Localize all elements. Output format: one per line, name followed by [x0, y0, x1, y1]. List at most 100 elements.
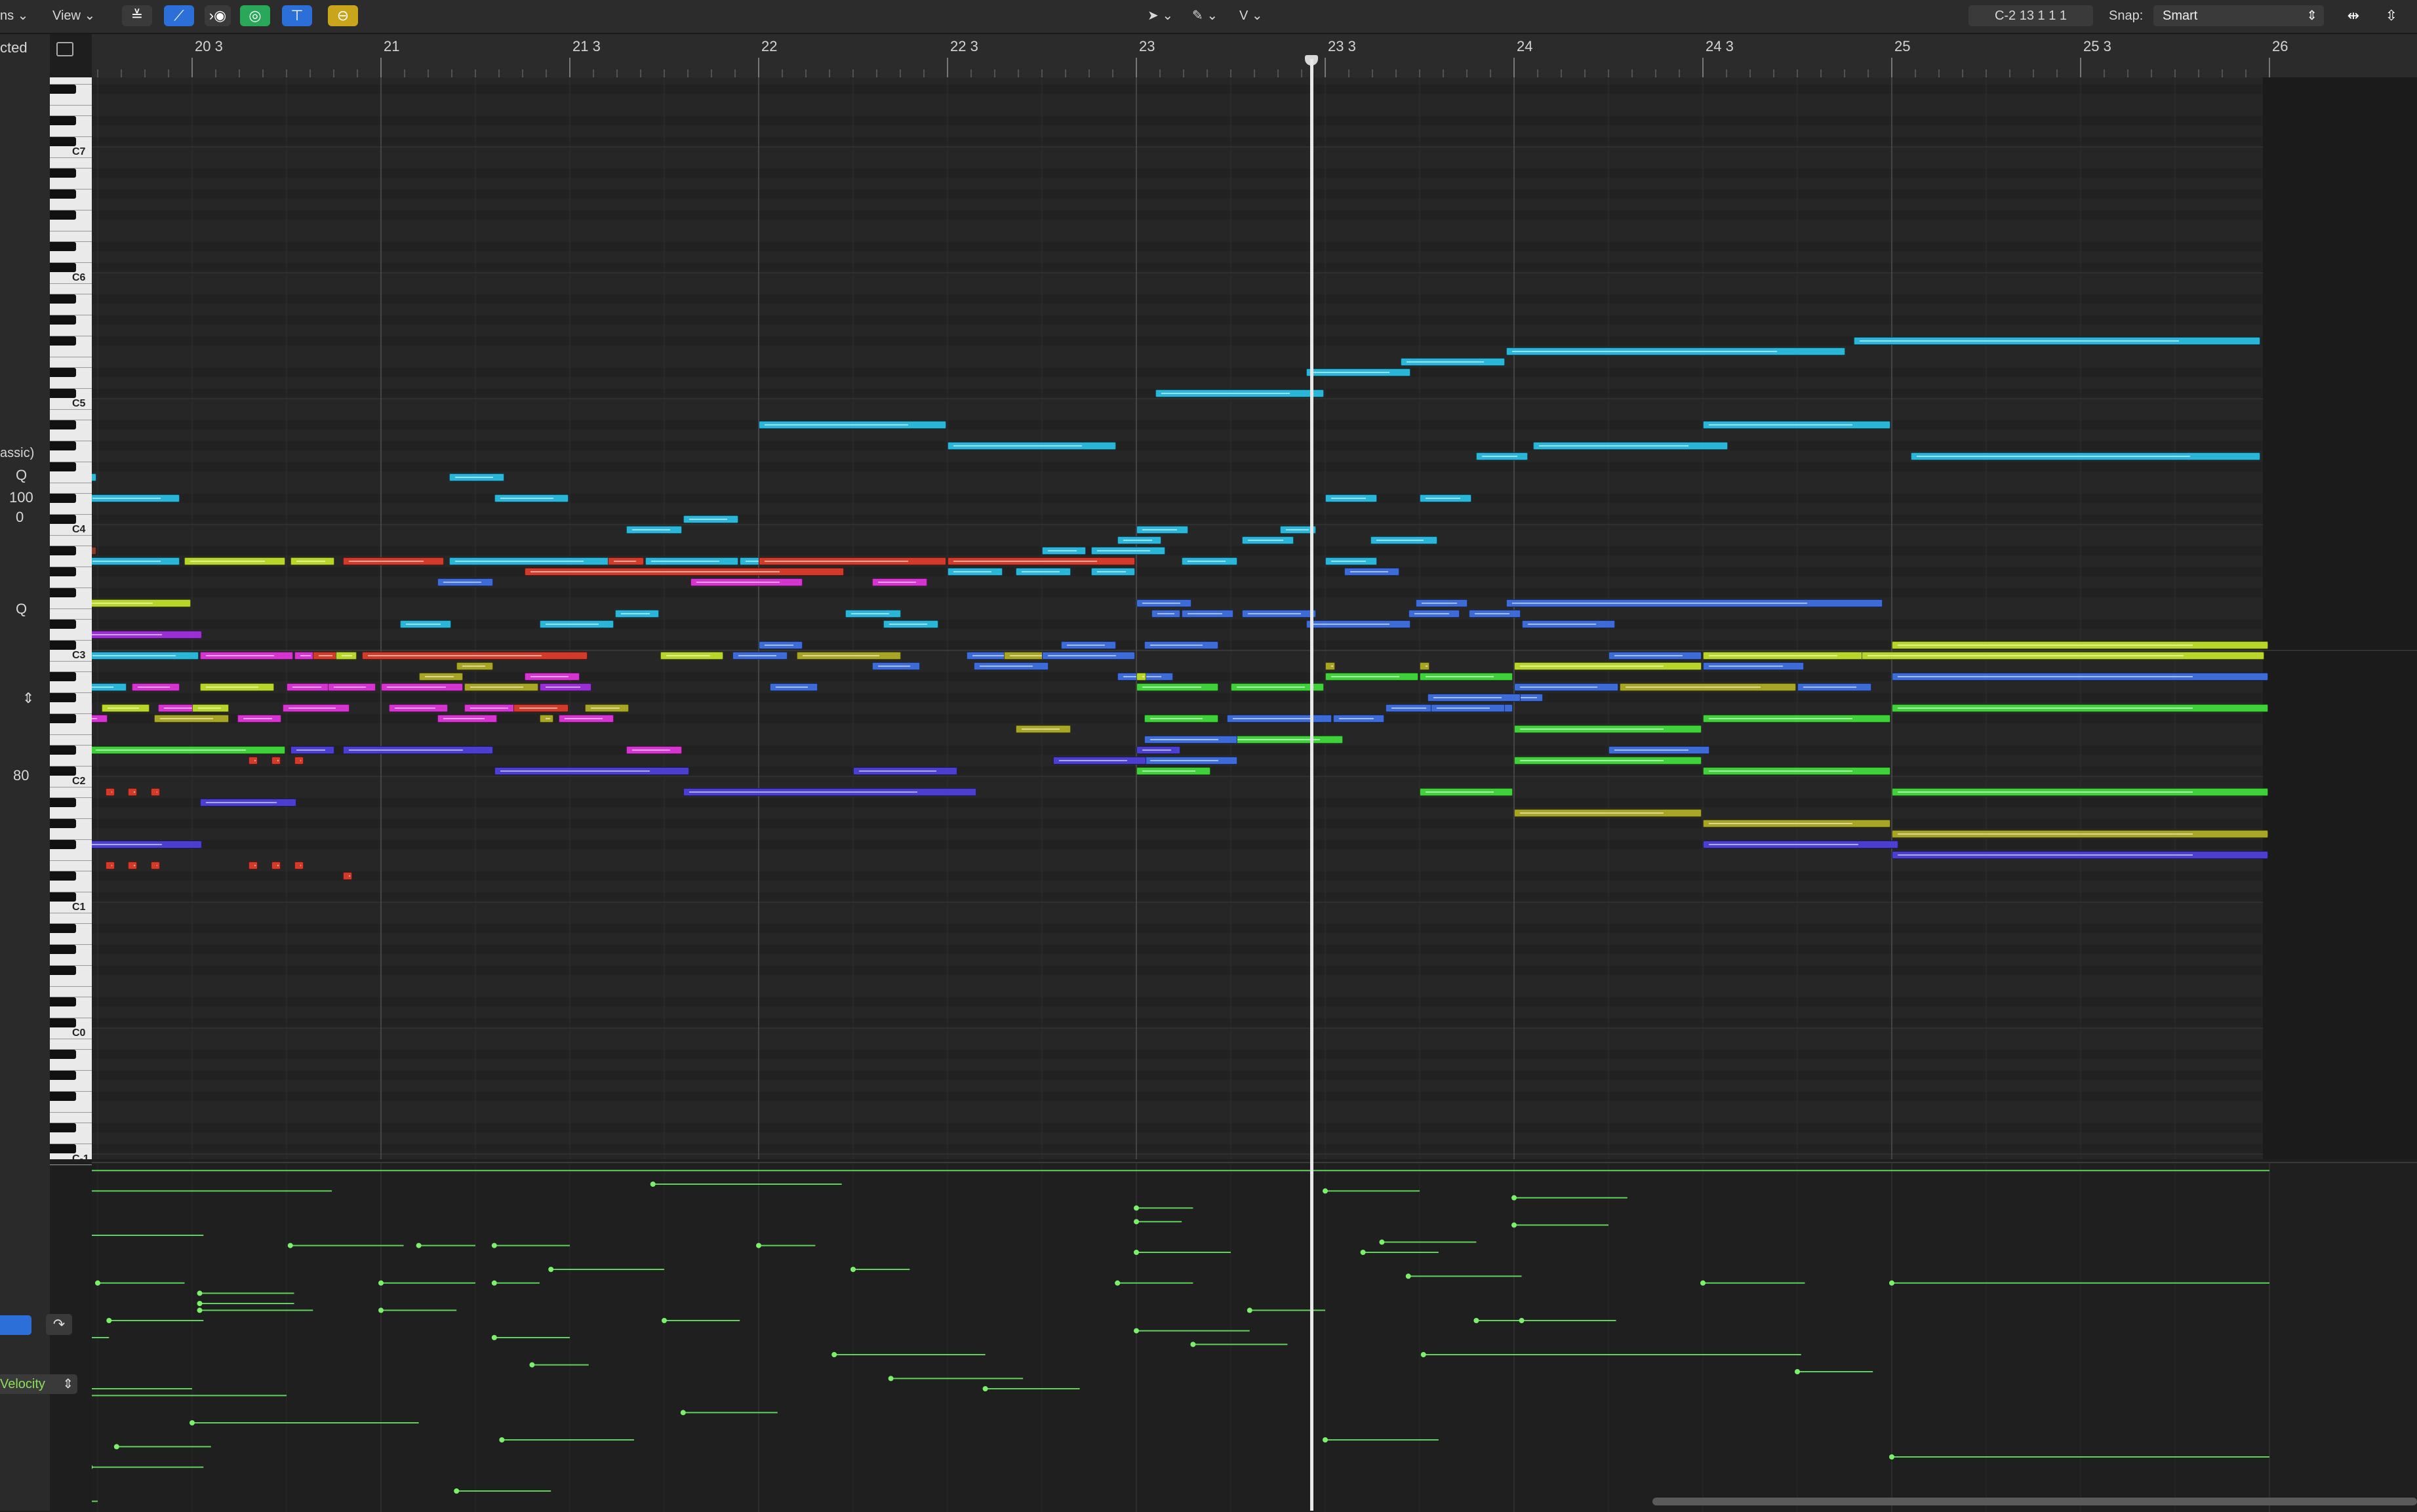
midi-note[interactable]	[615, 610, 660, 618]
midi-note[interactable]	[92, 473, 96, 481]
midi-note[interactable]	[199, 799, 297, 806]
quantize-q2[interactable]: Q	[16, 601, 27, 618]
midi-note[interactable]	[92, 652, 199, 660]
midi-note[interactable]	[456, 662, 493, 670]
midi-note[interactable]	[1015, 725, 1071, 733]
midi-note[interactable]	[1136, 683, 1218, 691]
midi-note[interactable]	[362, 652, 588, 660]
midi-note[interactable]	[1325, 673, 1418, 681]
black-key[interactable]	[50, 746, 76, 755]
midi-note[interactable]	[249, 862, 258, 869]
black-key[interactable]	[50, 714, 76, 723]
midi-note[interactable]	[128, 788, 138, 796]
midi-note[interactable]	[1306, 620, 1411, 628]
black-key[interactable]	[50, 819, 76, 828]
velocity-event[interactable]	[756, 1243, 816, 1248]
black-key[interactable]	[50, 137, 76, 146]
black-key[interactable]	[50, 871, 76, 881]
velocity-event[interactable]	[1134, 1219, 1182, 1225]
strength-value[interactable]: 80	[13, 767, 29, 784]
velocity-event[interactable]	[662, 1318, 740, 1323]
velocity-event[interactable]	[92, 1499, 98, 1504]
midi-note[interactable]	[343, 746, 493, 754]
velocity-event[interactable]	[95, 1280, 185, 1286]
automation-icon[interactable]: ⟋	[164, 5, 194, 26]
black-key[interactable]	[50, 294, 76, 304]
velocity-event[interactable]	[92, 1168, 2269, 1173]
midi-note[interactable]	[399, 620, 452, 628]
midi-in-icon[interactable]: ›◉	[205, 5, 231, 26]
midi-note[interactable]	[1136, 767, 1211, 775]
midi-note[interactable]	[513, 704, 569, 712]
midi-note[interactable]	[1408, 610, 1460, 618]
midi-note[interactable]	[437, 578, 493, 586]
velocity-event[interactable]	[190, 1420, 419, 1425]
midi-note[interactable]	[690, 578, 803, 586]
midi-note[interactable]	[388, 704, 448, 712]
midi-note[interactable]	[1797, 683, 1872, 691]
horizontal-zoom-icon[interactable]: ⇹	[2340, 5, 2367, 26]
black-key[interactable]	[50, 441, 76, 450]
velocity-tool-menu[interactable]: V ⌄	[1239, 5, 1276, 26]
midi-note[interactable]	[539, 715, 553, 723]
velocity-event[interactable]	[982, 1386, 1080, 1391]
offset-value[interactable]: 0	[16, 509, 24, 526]
midi-note[interactable]	[1514, 662, 1702, 670]
black-key[interactable]	[50, 567, 76, 576]
midi-note[interactable]	[1892, 830, 2268, 838]
velocity-event[interactable]	[491, 1243, 570, 1248]
midi-note[interactable]	[871, 578, 928, 586]
black-key[interactable]	[50, 116, 76, 125]
view-menu[interactable]: View ⌄	[52, 5, 109, 26]
velocity-event[interactable]	[499, 1437, 634, 1442]
midi-note[interactable]	[335, 652, 357, 660]
midi-note[interactable]	[1703, 841, 1898, 848]
midi-note[interactable]	[1325, 494, 1377, 502]
black-key[interactable]	[50, 515, 76, 524]
midi-note[interactable]	[871, 662, 920, 670]
midi-note[interactable]	[1151, 610, 1181, 618]
velocity-event[interactable]	[1420, 1352, 1801, 1357]
velocity-event[interactable]	[1700, 1280, 1805, 1286]
black-key[interactable]	[50, 766, 76, 776]
midi-note[interactable]	[1344, 568, 1400, 576]
midi-note[interactable]	[294, 862, 304, 869]
midi-note[interactable]	[1370, 536, 1437, 544]
midi-note[interactable]	[626, 746, 682, 754]
midi-note[interactable]	[128, 862, 138, 869]
midi-note[interactable]	[1861, 652, 2265, 660]
black-key[interactable]	[50, 1050, 76, 1059]
black-key[interactable]	[50, 315, 76, 325]
midi-transform-icon[interactable]: ≚	[122, 5, 152, 26]
velocity-event[interactable]	[287, 1243, 404, 1248]
black-key[interactable]	[50, 336, 76, 346]
midi-note[interactable]	[1416, 599, 1468, 607]
midi-note[interactable]	[524, 673, 580, 681]
midi-note[interactable]	[1420, 494, 1471, 502]
lane-parameter-select[interactable]: Velocity ⇕	[0, 1374, 77, 1394]
velocity-event[interactable]	[650, 1182, 842, 1187]
midi-note[interactable]	[759, 641, 803, 649]
velocity-event[interactable]	[92, 1386, 192, 1391]
midi-note[interactable]	[759, 557, 946, 565]
black-key[interactable]	[50, 1018, 76, 1027]
midi-note[interactable]	[660, 652, 724, 660]
calendar-icon[interactable]	[56, 42, 73, 56]
midi-note[interactable]	[845, 610, 901, 618]
midi-note[interactable]	[154, 715, 229, 723]
midi-note[interactable]	[1231, 736, 1343, 744]
stepper-icon[interactable]: ⇕	[22, 690, 34, 707]
velocity-event[interactable]	[680, 1410, 778, 1416]
midi-note[interactable]	[1136, 673, 1147, 681]
midi-note[interactable]	[1042, 652, 1135, 660]
midi-note[interactable]	[948, 442, 1117, 450]
velocity-event[interactable]	[1889, 1280, 2269, 1286]
velocity-event[interactable]	[831, 1352, 986, 1357]
velocity-event[interactable]	[197, 1301, 294, 1306]
midi-note[interactable]	[294, 757, 304, 765]
midi-note[interactable]	[294, 652, 316, 660]
velocity-event[interactable]	[1323, 1437, 1439, 1442]
midi-note[interactable]	[494, 494, 569, 502]
bar-ruler[interactable]: 20 3 21 21 3 22 22 3 23 23 3 24 24 3 25 25 3 26	[92, 34, 2417, 78]
velocity-event[interactable]	[888, 1376, 1024, 1382]
